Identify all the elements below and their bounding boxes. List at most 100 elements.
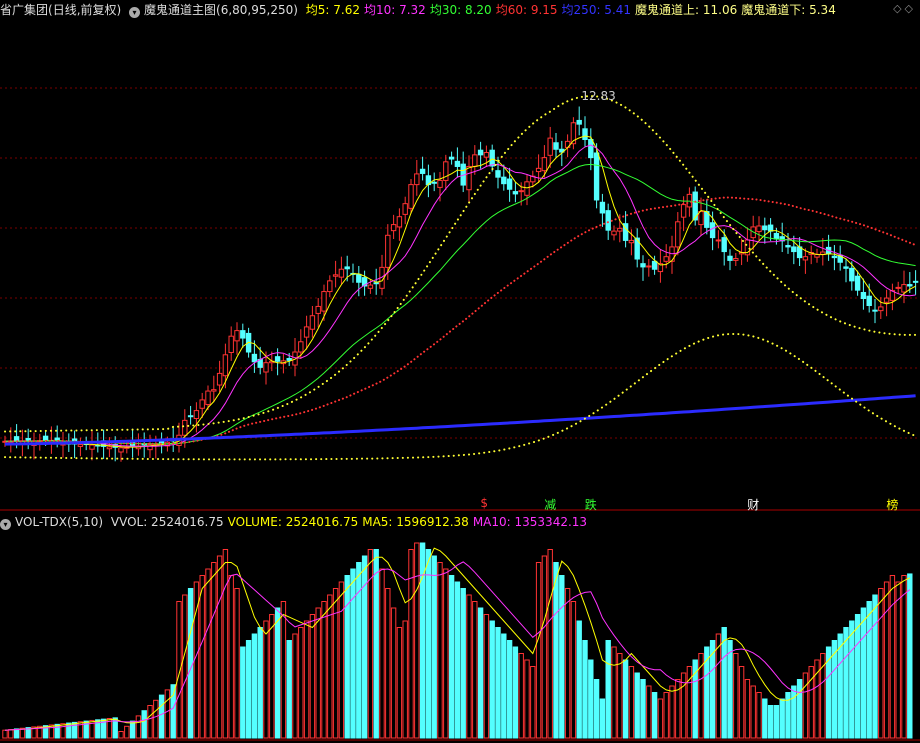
price-header-item: 魔鬼通道上: 11.06 (635, 3, 738, 17)
candle-up (367, 284, 374, 289)
candle-down (785, 245, 791, 248)
volume-bar-up (60, 723, 66, 739)
price-header-item: 均60: 9.15 (495, 3, 558, 17)
candle-up (408, 184, 414, 209)
volume-bar-down (727, 640, 733, 739)
moving-averages (4, 95, 917, 461)
volume-header-item: MA10: 1353342.13 (472, 515, 588, 529)
candle-up (321, 291, 327, 312)
candle-down (588, 139, 594, 159)
volume-bar-up (657, 698, 664, 739)
volume-toggle-icon[interactable]: ▾ (0, 519, 11, 530)
volume-bar-up (518, 653, 524, 739)
volume-bar-down (773, 705, 780, 739)
candle-down (419, 168, 426, 174)
volume-bar-up (396, 627, 403, 739)
candle-down (773, 232, 780, 240)
volume-bar-up (901, 575, 907, 739)
volume-bars[interactable] (2, 542, 913, 739)
candle-up (524, 181, 530, 196)
candle-down (576, 119, 582, 125)
candle-down (605, 210, 611, 231)
volume-bar-down (721, 627, 727, 739)
volume-bar-up (883, 581, 890, 739)
volume-bar-down (866, 601, 872, 739)
volume-bar-down (634, 672, 640, 739)
volume-bar-down (837, 633, 843, 739)
volume-bar-up (744, 679, 751, 739)
candle-up (89, 444, 95, 450)
volume-bar-up (547, 549, 553, 739)
volume-bar-down (622, 659, 629, 739)
volume-bar-up (472, 601, 478, 739)
candle-up (211, 389, 217, 392)
window-control-icons[interactable]: ◇◇ (893, 2, 916, 15)
stock-name: 省广集团 (0, 3, 49, 17)
volume-bar-down (576, 620, 582, 739)
candle-down (599, 201, 606, 214)
volume-bar-down (251, 633, 258, 739)
candle-up (216, 372, 223, 386)
volume-bar-down (651, 692, 658, 739)
volume-bar-up (2, 729, 8, 739)
candle-down (727, 255, 733, 261)
candle-down (651, 260, 658, 270)
ma10-line (5, 144, 916, 447)
channel-upper-line (4, 95, 917, 433)
candle-up (698, 211, 704, 226)
stock-chart[interactable] (0, 0, 920, 743)
candle-up (263, 362, 269, 373)
volume-bar-up (327, 594, 333, 739)
volume-bar-down (373, 549, 379, 739)
volume-bar-down (599, 698, 606, 739)
volume-bar-down (553, 562, 559, 739)
candle-up (205, 390, 211, 406)
candle-up (298, 341, 304, 353)
candle-down (872, 309, 878, 312)
volume-bar-up (889, 575, 896, 739)
candle-down (495, 170, 501, 178)
candle-down (791, 246, 797, 253)
volume-bar-down (512, 646, 519, 739)
volume-bar-down (13, 728, 20, 739)
candle-up (802, 256, 809, 261)
volume-bar-down (588, 659, 594, 739)
candle-down (907, 284, 913, 287)
candle-down (721, 237, 727, 253)
volume-bar-up (750, 685, 756, 739)
candlesticks[interactable] (2, 106, 919, 462)
volume-bar-up (390, 607, 397, 739)
candle-up (390, 224, 397, 232)
volume-bar-up (338, 581, 345, 739)
volume-bar-up (617, 653, 623, 739)
volume-bar-up (182, 594, 188, 739)
volume-bar-up (135, 715, 142, 739)
volume-header: ▾ VOL-TDX(5,10) VVOL: 2524016.75 VOLUME: 2… (0, 513, 595, 531)
candle-down (274, 356, 281, 362)
volume-bar-up (164, 689, 171, 739)
volume-bar-up (530, 666, 536, 739)
indicator-toggle-icon[interactable]: ▾ (129, 7, 141, 18)
volume-bar-down (350, 568, 356, 739)
candle-up (628, 239, 635, 244)
candle-up (756, 225, 762, 233)
volume-bar-down (158, 694, 165, 739)
candle-up (402, 203, 408, 215)
volume-bar-down (129, 720, 136, 739)
price-header-item: 均10: 7.32 (363, 3, 426, 17)
candle-down (240, 330, 246, 339)
candle-up (309, 315, 316, 330)
volume-bar-up (124, 725, 130, 739)
volume-bar-down (448, 575, 455, 739)
candle-down (448, 156, 455, 160)
volume-bar-down (796, 679, 803, 739)
volume-bar-down (640, 679, 646, 739)
volume-bar-up (466, 594, 472, 739)
candle-up (617, 227, 623, 232)
candle-up (733, 258, 739, 261)
candle-up (466, 165, 472, 191)
ma30-line (5, 163, 916, 445)
candle-up (541, 157, 548, 172)
volume-bar-up (222, 549, 229, 739)
candle-up (118, 447, 124, 453)
